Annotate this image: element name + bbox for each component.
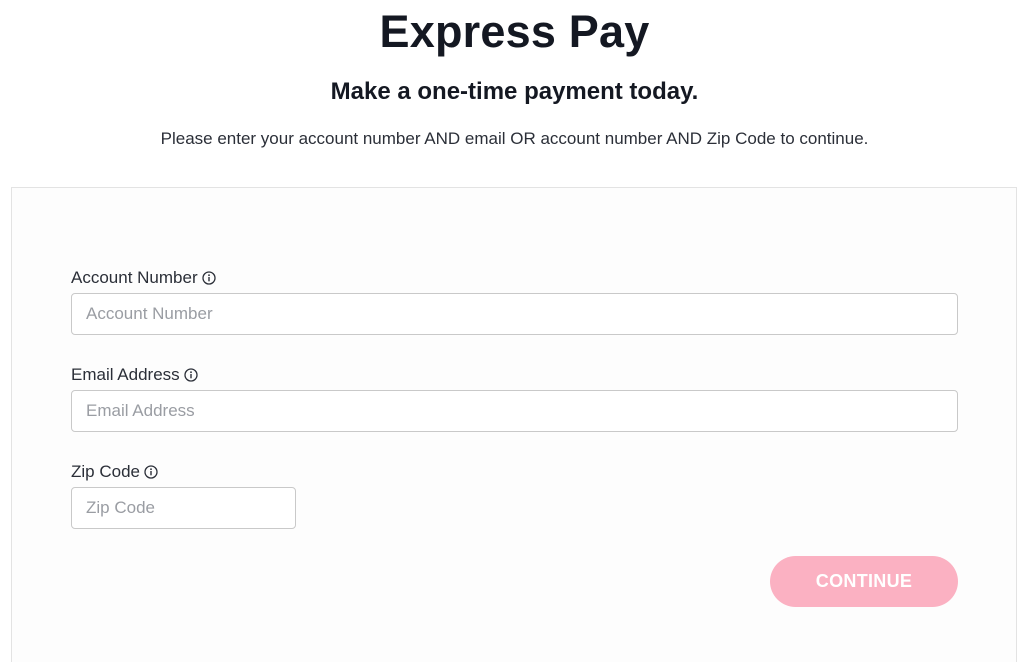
email-address-label: Email Address bbox=[71, 364, 198, 386]
email-address-label-text: Email Address bbox=[71, 365, 180, 384]
info-icon[interactable] bbox=[144, 465, 158, 479]
info-icon[interactable] bbox=[184, 368, 198, 382]
account-number-label-text: Account Number bbox=[71, 268, 198, 287]
express-pay-page: Express Pay Make a one-time payment toda… bbox=[0, 0, 1024, 662]
zip-code-input[interactable] bbox=[71, 487, 296, 529]
instructions-text: Please enter your account number AND ema… bbox=[160, 129, 869, 148]
zip-code-label-text: Zip Code bbox=[71, 462, 140, 481]
account-number-input[interactable] bbox=[71, 293, 958, 335]
zip-code-label: Zip Code bbox=[71, 461, 158, 483]
account-number-label: Account Number bbox=[71, 267, 216, 289]
page-subtitle: Make a one-time payment today. bbox=[330, 78, 699, 105]
continue-button[interactable]: CONTINUE bbox=[770, 556, 958, 607]
page-title: Express Pay bbox=[379, 6, 650, 57]
info-icon[interactable] bbox=[201, 271, 216, 285]
email-address-input[interactable] bbox=[71, 390, 958, 432]
